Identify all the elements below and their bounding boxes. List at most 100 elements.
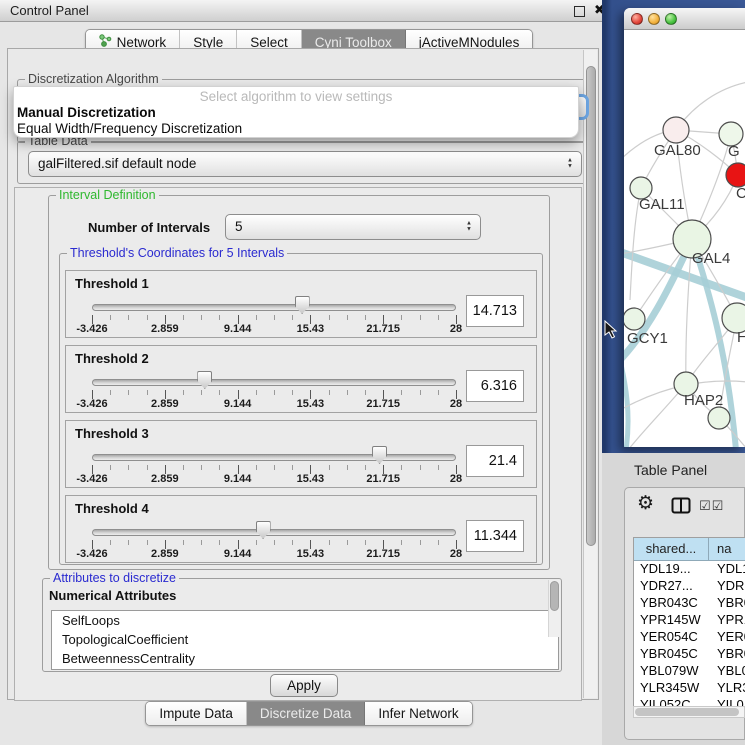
cell-name: YLR3 <box>709 680 745 697</box>
slider-track[interactable] <box>92 379 456 386</box>
tab-discretize-data[interactable]: Discretize Data <box>247 702 366 725</box>
control-panel-window: Control Panel ✖ NetworkStyleSelectCyni T… <box>0 0 618 745</box>
cell-shared-name: YBL079W <box>634 663 709 680</box>
gear-icon[interactable]: ⚙ <box>637 492 654 515</box>
tick-mark <box>438 315 439 320</box>
tick-mark <box>292 540 293 545</box>
table-row[interactable]: YDR27...YDR2 <box>634 578 745 595</box>
tick-mark <box>274 540 275 545</box>
num-intervals-combobox[interactable]: 5 ▲▼ <box>225 214 481 240</box>
content-vertical-scrollbar[interactable] <box>583 50 597 698</box>
table-row[interactable]: YPR145WYPR1 <box>634 612 745 629</box>
node-table[interactable]: shared... na YDL19...YDL1YDR27...YDR2YBR… <box>633 537 745 713</box>
attribute-item[interactable]: BetweennessCentrality <box>52 649 558 668</box>
tick-mark <box>128 540 129 545</box>
threshold-label: Threshold 3 <box>75 426 149 441</box>
tick-mark <box>128 390 129 395</box>
slider-track[interactable] <box>92 304 456 311</box>
tick-mark <box>329 465 330 470</box>
network-node[interactable] <box>726 163 745 187</box>
tick-label: 28 <box>450 323 462 335</box>
attributes-list[interactable]: SelfLoopsTopologicalCoefficientBetweenne… <box>51 610 559 670</box>
table-row[interactable]: YER054CYER0 <box>634 629 745 646</box>
tick-mark <box>201 390 202 395</box>
table-horizontal-scrollbar[interactable] <box>633 706 745 718</box>
attribute-item[interactable]: TopologicalCoefficient <box>52 630 558 649</box>
threshold-label: Threshold 4 <box>75 501 149 516</box>
threshold-block-1: Threshold 1-3.4262.8599.14415.4321.71528… <box>65 270 537 338</box>
cell-shared-name: YDL19... <box>634 561 709 578</box>
tick-mark <box>420 315 421 320</box>
thresholds-group-title: Threshold's Coordinates for 5 Intervals <box>67 246 287 260</box>
slider-handle[interactable] <box>372 446 387 464</box>
tick-label: 15.43 <box>297 398 325 410</box>
slider-track[interactable] <box>92 454 456 461</box>
threshold-block-3: Threshold 3-3.4262.8599.14415.4321.71528… <box>65 420 537 488</box>
tick-mark <box>347 465 348 470</box>
threshold-value-field[interactable]: 21.4 <box>466 445 524 477</box>
tick-mark <box>274 315 275 320</box>
dropdown-option[interactable]: Manual Discretization <box>17 105 156 120</box>
cell-shared-name: YBR043C <box>634 595 709 612</box>
stepper-arrows-icon: ▲▼ <box>567 159 573 170</box>
stepper-arrows-icon: ▲▼ <box>466 222 472 233</box>
tick-mark <box>183 540 184 545</box>
traffic-zoom-icon[interactable] <box>665 13 677 25</box>
table-row[interactable]: YLR345WYLR3 <box>634 680 745 697</box>
table-row[interactable]: YBR045CYBR0 <box>634 646 745 663</box>
dropdown-hint: Select algorithm to view settings <box>14 89 578 104</box>
tick-mark <box>347 390 348 395</box>
slider-handle[interactable] <box>256 521 271 539</box>
threshold-value-field[interactable]: 14.713 <box>466 295 524 327</box>
tick-mark <box>219 315 220 320</box>
cell-name: YBL0 <box>709 663 745 680</box>
network-node[interactable] <box>624 308 645 330</box>
slider-handle[interactable] <box>197 371 212 389</box>
network-node[interactable] <box>708 407 730 429</box>
tick-mark <box>219 390 220 395</box>
slider-track[interactable] <box>92 529 456 536</box>
table-row[interactable]: YBL079WYBL0 <box>634 663 745 680</box>
tick-label: -3.426 <box>76 398 107 410</box>
traffic-minimize-icon[interactable] <box>648 13 660 25</box>
network-canvas[interactable]: GAL80GCGAL11GAL4GCY1HHAP2 <box>624 30 745 447</box>
attributes-list-scrollbar[interactable] <box>548 580 560 637</box>
algorithm-group-title: Discretization Algorithm <box>25 72 162 86</box>
tab-infer-network[interactable]: Infer Network <box>365 702 471 725</box>
cyni-toolbox-content: Discretization Algorithm ▲▼ Select algor… <box>7 48 599 700</box>
tick-mark <box>347 540 348 545</box>
cell-shared-name: YER054C <box>634 629 709 646</box>
tick-mark <box>201 465 202 470</box>
tick-mark <box>438 540 439 545</box>
slider-handle[interactable] <box>295 296 310 314</box>
threshold-value-field[interactable]: 11.344 <box>466 520 524 552</box>
tick-mark <box>274 390 275 395</box>
cell-name: YPR1 <box>709 612 745 629</box>
thresholds-group: Threshold's Coordinates for 5 Intervals … <box>59 253 543 565</box>
table-data-combobox[interactable]: galFiltered.sif default node ▲▼ <box>28 151 582 177</box>
tick-mark <box>110 315 111 320</box>
column-header[interactable]: na <box>709 538 745 560</box>
attribute-item[interactable]: SelfLoops <box>52 611 558 630</box>
attributes-group: Attributes to discretize Numerical Attri… <box>42 578 562 672</box>
column-header[interactable]: shared... <box>634 538 709 560</box>
table-row[interactable]: YBR043CYBR0 <box>634 595 745 612</box>
tick-mark <box>438 390 439 395</box>
tick-mark <box>219 465 220 470</box>
checkbox-icons[interactable]: ☑☑ <box>699 498 724 514</box>
apply-button[interactable]: Apply <box>270 674 338 697</box>
tick-mark <box>365 540 366 545</box>
network-node[interactable] <box>663 117 689 143</box>
split-view-icon[interactable] <box>671 497 691 514</box>
table-row[interactable]: YDL19...YDL1 <box>634 561 745 578</box>
tick-mark <box>183 390 184 395</box>
tick-label: 2.859 <box>151 398 179 410</box>
traffic-close-icon[interactable] <box>631 13 643 25</box>
float-icon[interactable] <box>574 6 585 17</box>
dropdown-option[interactable]: Equal Width/Frequency Discretization <box>17 121 242 136</box>
threshold-value-field[interactable]: 6.316 <box>466 370 524 402</box>
tab-impute-data[interactable]: Impute Data <box>146 702 247 725</box>
tick-mark <box>420 465 421 470</box>
settings-panel: Interval Definition Number of Intervals … <box>14 187 582 701</box>
tick-label: -3.426 <box>76 473 107 485</box>
